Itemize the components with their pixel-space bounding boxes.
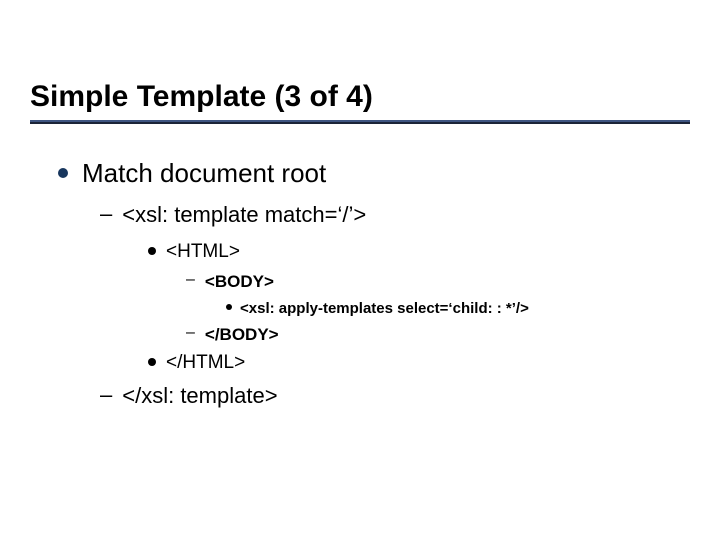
bullet-text: Match document root bbox=[82, 158, 326, 189]
bullet-disc-icon bbox=[148, 358, 156, 366]
bullet-text: <BODY> bbox=[205, 270, 274, 294]
bullet-level-4: – <BODY> bbox=[186, 270, 690, 294]
bullet-disc-icon bbox=[148, 247, 156, 255]
bullet-text: </HTML> bbox=[166, 351, 245, 376]
bullet-dash-icon: – bbox=[100, 201, 112, 227]
slide-title: Simple Template (3 of 4) bbox=[30, 80, 690, 114]
bullet-level-3: <HTML> bbox=[148, 240, 690, 265]
bullet-level-3: </HTML> bbox=[148, 351, 690, 376]
bullet-text: </xsl: template> bbox=[122, 382, 277, 411]
bullet-text: </BODY> bbox=[205, 323, 279, 347]
bullet-text: <xsl: template match=‘/’> bbox=[122, 201, 366, 230]
bullet-level-2: – </xsl: template> bbox=[100, 382, 690, 411]
bullet-dash-icon: – bbox=[186, 323, 195, 342]
bullet-level-4: – </BODY> bbox=[186, 323, 690, 347]
bullet-level-2: – <xsl: template match=‘/’> bbox=[100, 201, 690, 230]
bullet-level-5: <xsl: apply-templates select=‘child: : *… bbox=[226, 298, 690, 319]
slide: Simple Template (3 of 4) Match document … bbox=[0, 0, 720, 450]
bullet-disc-icon bbox=[58, 168, 68, 178]
bullet-text: <HTML> bbox=[166, 240, 240, 265]
bullet-dash-icon: – bbox=[100, 382, 112, 408]
title-underline bbox=[30, 120, 690, 124]
bullet-dash-icon: – bbox=[186, 270, 195, 289]
bullet-level-1: Match document root bbox=[58, 158, 690, 189]
bullet-text: <xsl: apply-templates select=‘child: : *… bbox=[240, 298, 529, 319]
bullet-disc-icon bbox=[226, 304, 232, 310]
